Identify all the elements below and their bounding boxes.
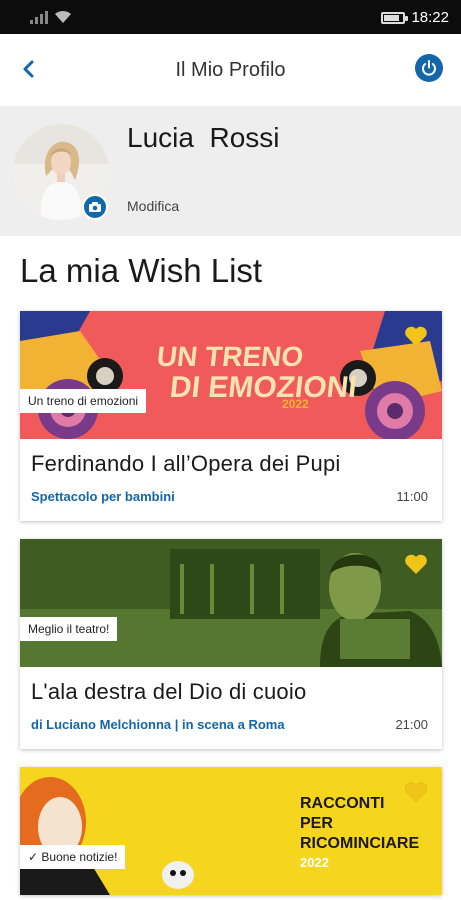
change-photo-button[interactable] (82, 194, 108, 220)
banner-year: 2022 (300, 855, 329, 870)
wifi-icon (55, 10, 71, 23)
card-body: Ferdinando I all’Opera dei Pupi Spettaco… (20, 439, 442, 521)
banner-artwork (20, 767, 442, 895)
signal-icon (30, 10, 48, 24)
wishlist-card[interactable]: RACCONTI PER RICOMINCIARE 2022 ✓ Buone n… (20, 767, 442, 895)
event-banner: Meglio il teatro! (20, 539, 442, 667)
heart-icon[interactable] (404, 325, 428, 347)
event-tag: Meglio il teatro! (20, 617, 118, 641)
event-title: Ferdinando I all’Opera dei Pupi (31, 451, 341, 476)
power-icon (422, 60, 436, 76)
status-right: 18:22 (381, 9, 449, 26)
heart-icon[interactable] (404, 781, 428, 803)
event-subtitle[interactable]: di Luciano Melchionna | in scena a Roma (31, 717, 285, 732)
banner-text-line2: PER (300, 815, 333, 832)
event-title: L'ala destra del Dio di cuoio (31, 679, 307, 704)
battery-icon (381, 11, 409, 24)
banner-title-line2: DI EMOZIONI (168, 371, 359, 404)
event-tag: ✓ Buone notizie! (20, 845, 126, 869)
logout-button[interactable] (415, 54, 443, 82)
camera-icon (89, 202, 101, 212)
event-subtitle[interactable]: Spettacolo per bambini (31, 489, 175, 504)
edit-profile-link[interactable]: Modifica (127, 198, 179, 214)
event-tag: Un treno di emozioni (20, 389, 147, 413)
wishlist-card[interactable]: UN TRENO DI EMOZIONI 2022 Un treno di em… (20, 311, 442, 521)
wishlist-title: La mia Wish List (20, 252, 263, 289)
profile-name: Lucia Rossi (127, 122, 280, 153)
event-time: 21:00 (395, 717, 428, 732)
app-header: Il Mio Profilo (0, 34, 461, 106)
profile-section: Lucia Rossi Modifica (0, 106, 461, 236)
event-banner: UN TRENO DI EMOZIONI 2022 Un treno di em… (20, 311, 442, 439)
banner-text-line1: RACCONTI (300, 795, 385, 812)
wishlist-card[interactable]: Meglio il teatro! L'ala destra del Dio d… (20, 539, 442, 749)
banner-photo (20, 539, 442, 667)
banner-year: 2022 (282, 397, 309, 411)
event-time: 11:00 (396, 489, 428, 504)
card-body: L'ala destra del Dio di cuoio di Luciano… (20, 667, 442, 749)
status-bar: 18:22 (0, 0, 461, 34)
heart-icon[interactable] (404, 553, 428, 575)
event-banner: RACCONTI PER RICOMINCIARE 2022 ✓ Buone n… (20, 767, 442, 895)
page-title: Il Mio Profilo (175, 59, 286, 81)
status-left (30, 10, 72, 24)
status-time: 18:22 (411, 9, 449, 26)
banner-text-line3: RICOMINCIARE (300, 835, 420, 852)
banner-title-line1: UN TRENO (155, 341, 305, 372)
